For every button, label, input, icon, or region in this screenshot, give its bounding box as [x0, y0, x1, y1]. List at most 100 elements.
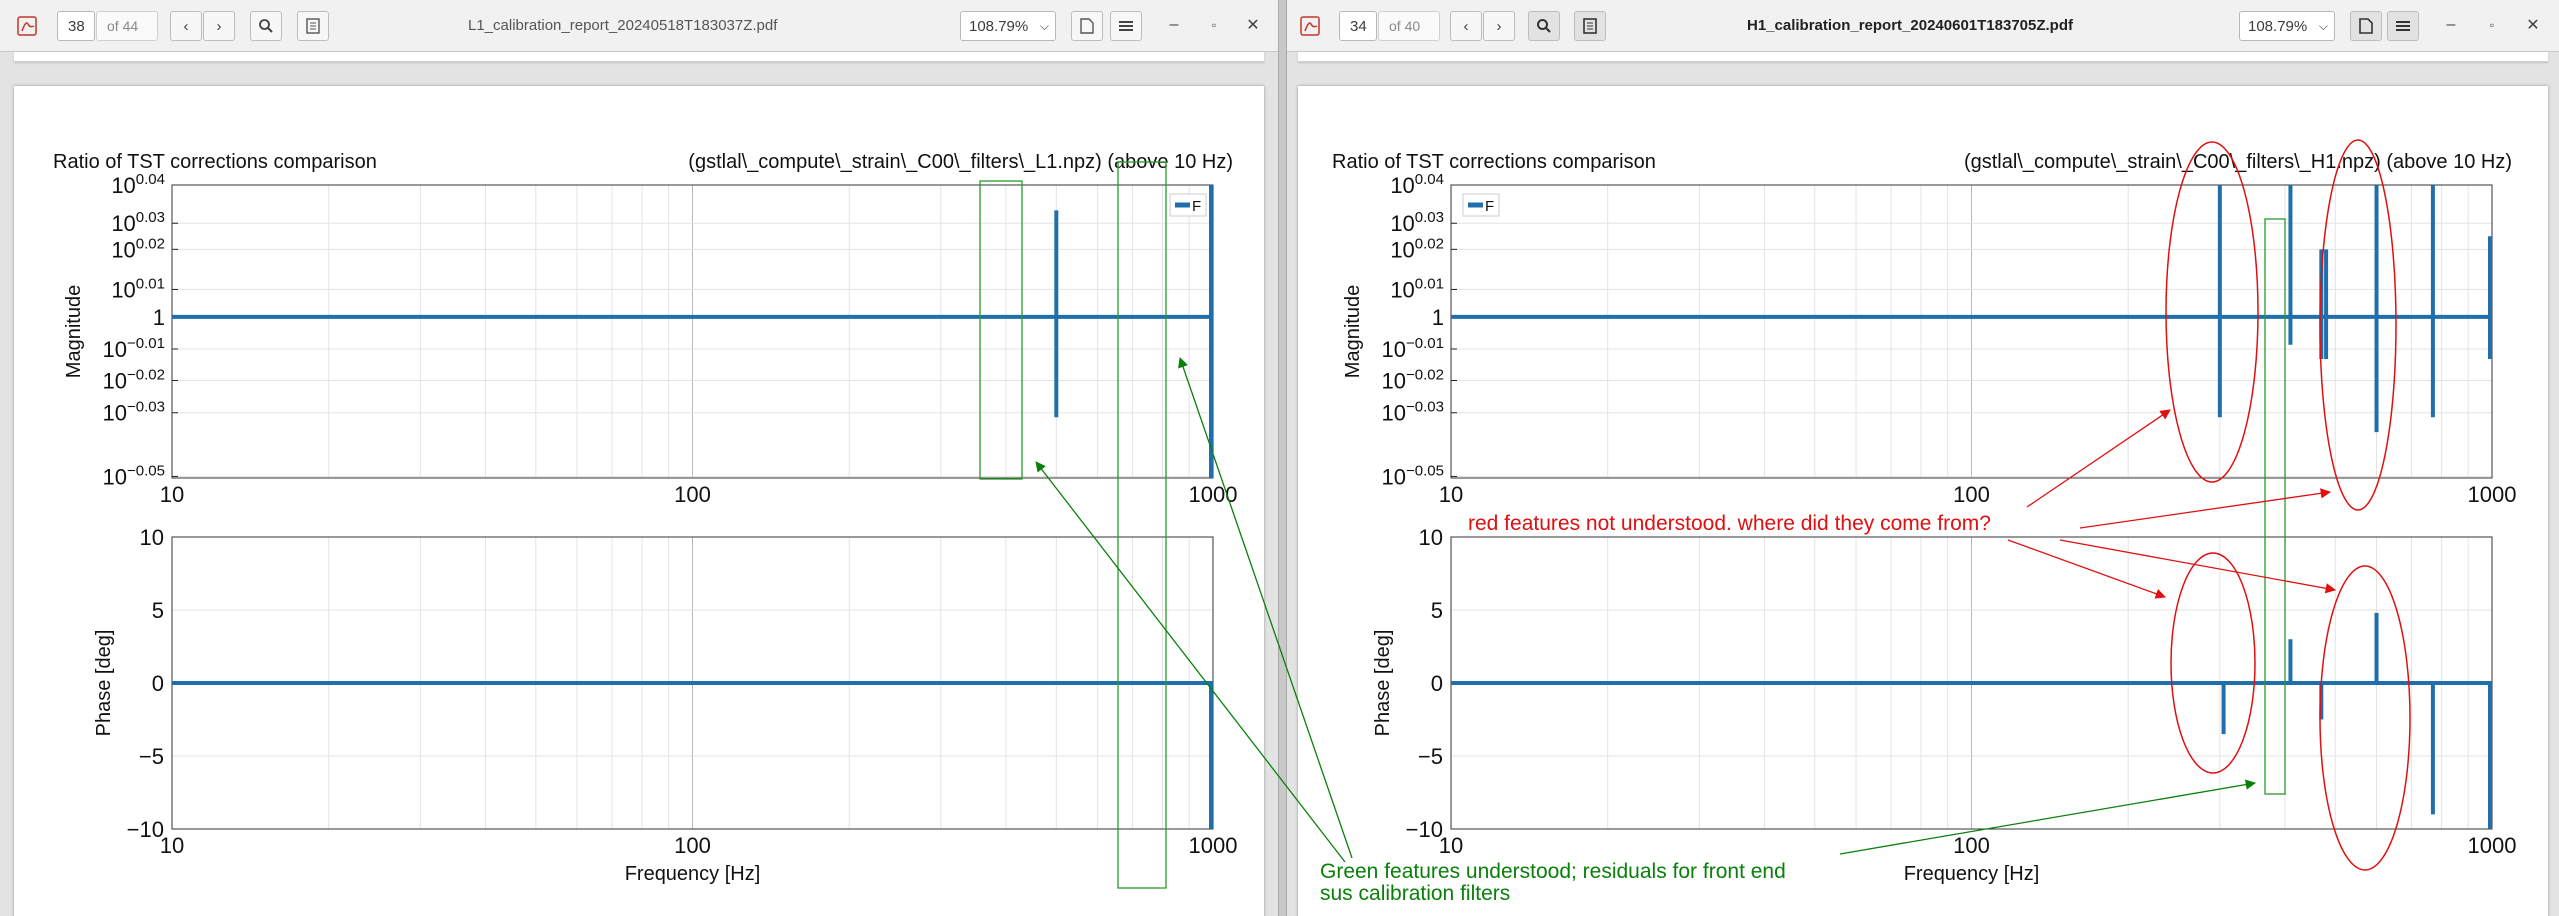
- tick-base: 10: [103, 369, 127, 394]
- y-tick-label: 100.03: [111, 209, 165, 236]
- tick-base: 10: [111, 277, 135, 302]
- tick-exponent: −0.03: [1406, 399, 1444, 416]
- plot-title-left: Ratio of TST corrections comparison: [1332, 151, 1656, 173]
- tick-base: 10: [1382, 401, 1406, 426]
- y-tick-label: 10: [140, 525, 164, 550]
- frequency-axis-label: Frequency [Hz]: [625, 863, 761, 885]
- y-tick-label: 100.04: [1390, 171, 1444, 198]
- y-tick-label: 10−0.05: [103, 462, 165, 489]
- phase-panel: 10 5 0 −5 −10 Phase [deg] 10 100 1000 Frequency […: [93, 525, 1237, 885]
- red-ellipse-mag-1: [2165, 141, 2259, 483]
- phase-axis-label: Phase [deg]: [93, 630, 115, 737]
- tick-base: 10: [1390, 237, 1414, 262]
- x-tick-label: 100: [674, 482, 711, 507]
- red-ellipse-phase-1: [2170, 552, 2256, 774]
- y-tick-label: 10−0.01: [103, 335, 165, 362]
- y-tick-label: −5: [139, 744, 164, 769]
- x-tick-label: 100: [1953, 833, 1990, 858]
- phase-axis-label: Phase [deg]: [1372, 630, 1394, 737]
- red-ellipse-mag-2: [2319, 139, 2397, 511]
- tick-base: 10: [103, 464, 127, 489]
- green-annotation-text-line1: Green features understood; residuals for…: [1320, 860, 1786, 883]
- y-tick-label: 0: [1431, 671, 1443, 696]
- y-tick-label: 10−0.03: [1382, 399, 1444, 426]
- y-tick-label: 100.03: [1390, 209, 1444, 236]
- tick-exponent: 0.02: [1415, 235, 1444, 252]
- red-arrow-1: [2026, 409, 2171, 508]
- y-tick-label: 100.02: [1390, 235, 1444, 262]
- y-tick-label: 10−0.01: [1382, 335, 1444, 362]
- plot-title-left: Ratio of TST corrections comparison: [53, 151, 377, 173]
- green-box-500hz: [979, 180, 1023, 480]
- green-annotation-text-line2: sus calibration filters: [1320, 882, 1510, 905]
- tick-exponent: −0.02: [127, 367, 165, 384]
- tick-base: 10: [103, 401, 127, 426]
- tick-base: 10: [1390, 211, 1414, 236]
- tick-base: 10: [111, 211, 135, 236]
- red-arrow-2: [2079, 488, 2332, 529]
- y-tick-label: 100.04: [111, 171, 165, 198]
- red-ellipse-phase-2: [2319, 565, 2411, 871]
- tick-exponent: 0.03: [136, 209, 165, 226]
- tick-exponent: −0.03: [127, 399, 165, 416]
- legend-label: F: [1192, 198, 1201, 215]
- tick-base: 10: [1382, 369, 1406, 394]
- x-tick-label: 10: [160, 482, 184, 507]
- y-tick-label: 10−0.05: [1382, 462, 1444, 489]
- tick-exponent: −0.01: [127, 335, 165, 352]
- l1-figure: Ratio of TST corrections comparison (gstl…: [53, 151, 1237, 885]
- y-tick-label: 5: [152, 598, 164, 623]
- tick-exponent: 0.01: [1415, 275, 1444, 292]
- x-tick-label: 1000: [2468, 482, 2517, 507]
- red-arrow-3: [2007, 539, 2166, 599]
- legend-label: F: [1485, 198, 1494, 215]
- tick-base: 10: [1390, 173, 1414, 198]
- tick-exponent: −0.05: [1406, 462, 1444, 479]
- tick-exponent: −0.01: [1406, 335, 1444, 352]
- green-arrow-3: [1839, 779, 2257, 855]
- tick-base: 10: [111, 173, 135, 198]
- tick-exponent: −0.02: [1406, 367, 1444, 384]
- x-tick-label: 10: [160, 833, 184, 858]
- tick-base: 10: [1382, 464, 1406, 489]
- y-tick-label: 10−0.02: [103, 367, 165, 394]
- y-tick-label: 0: [152, 671, 164, 696]
- frequency-axis-label: Frequency [Hz]: [1904, 863, 2040, 885]
- annotation-layer: red features not understood. where did t…: [979, 139, 2411, 905]
- phase-panel: 10 5 0 −5 −10 Phase [deg] 10 100 1000 Frequency […: [1372, 525, 2516, 885]
- red-arrow-4: [2059, 539, 2337, 594]
- y-tick-label: −10: [1406, 817, 1443, 842]
- tick-base: 10: [1382, 337, 1406, 362]
- y-tick-label: −5: [1418, 744, 1443, 769]
- green-arrow-2: [1178, 357, 1353, 859]
- x-tick-label: 1000: [1189, 833, 1238, 858]
- x-tick-label: 100: [1953, 482, 1990, 507]
- y-tick-label: 10−0.02: [1382, 367, 1444, 394]
- tick-exponent: 0.02: [136, 235, 165, 252]
- tick-base: 10: [103, 337, 127, 362]
- y-tick-label: 100.01: [1390, 275, 1444, 302]
- y-tick-label: 100.01: [111, 275, 165, 302]
- y-tick-label: 5: [1431, 598, 1443, 623]
- magnitude-panel: 100.04100.03100.02100.01110−0.0110−0.021…: [63, 171, 1237, 507]
- tick-exponent: 0.04: [1415, 171, 1444, 188]
- magnitude-axis-label: Magnitude: [1342, 285, 1364, 378]
- x-tick-label: 1000: [2468, 833, 2517, 858]
- magnitude-axis-label: Magnitude: [63, 285, 85, 378]
- tick-exponent: 0.04: [136, 171, 165, 188]
- plots-overlay: Ratio of TST corrections comparison (gstl…: [53, 139, 2516, 905]
- tick-base: 10: [1390, 277, 1414, 302]
- green-box-h1: [2264, 218, 2286, 795]
- tick-exponent: −0.05: [127, 462, 165, 479]
- y-tick-label: 10: [1419, 525, 1443, 550]
- x-tick-label: 10: [1439, 833, 1463, 858]
- green-arrow-1: [1035, 461, 1346, 863]
- y-tick-label: 100.02: [111, 235, 165, 262]
- x-tick-label: 100: [674, 833, 711, 858]
- magnitude-panel: 100.04100.03100.02100.01110−0.0110−0.021…: [1342, 171, 2516, 507]
- x-tick-label: 10: [1439, 482, 1463, 507]
- y-tick-label: 10−0.03: [103, 399, 165, 426]
- red-annotation-text: red features not understood. where did t…: [1468, 512, 1991, 535]
- tick-exponent: 0.01: [136, 275, 165, 292]
- y-tick-label: −10: [127, 817, 164, 842]
